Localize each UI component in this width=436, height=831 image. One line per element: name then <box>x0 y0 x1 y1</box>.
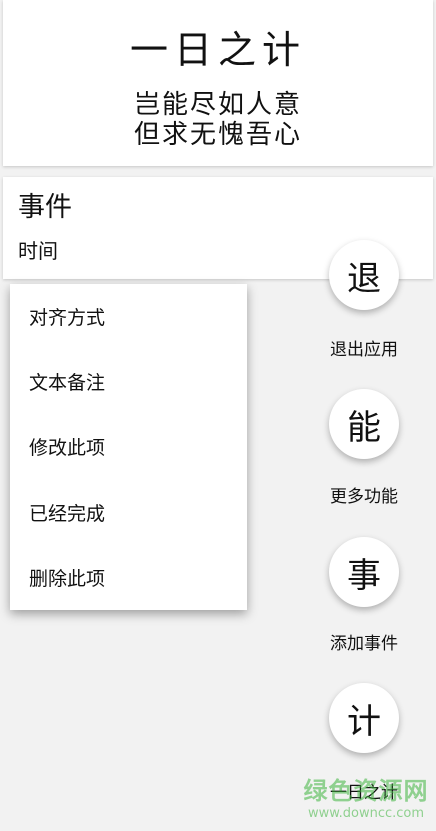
more-functions-button[interactable]: 能 <box>329 389 399 459</box>
daily-plan-button[interactable]: 计 <box>329 683 399 753</box>
menu-item-edit[interactable]: 修改此项 <box>29 426 229 470</box>
app-title: 一日之计 <box>129 28 306 72</box>
menu-item-alignment[interactable]: 对齐方式 <box>29 296 229 340</box>
motto-line-1: 岂能尽如人意 <box>133 90 302 120</box>
daily-plan-label: 一日之计 <box>330 783 398 803</box>
menu-item-text-note[interactable]: 文本备注 <box>29 361 229 405</box>
event-time: 时间 <box>18 239 58 263</box>
menu-item-delete[interactable]: 删除此项 <box>29 557 229 601</box>
context-menu: 对齐方式 文本备注 修改此项 已经完成 删除此项 <box>10 284 247 610</box>
motto-line-2: 但求无愧吾心 <box>133 120 302 150</box>
add-event-label: 添加事件 <box>330 634 398 654</box>
watermark-url: www.downcc.com <box>307 806 425 821</box>
event-title: 事件 <box>18 192 72 223</box>
exit-app-button[interactable]: 退 <box>329 240 399 310</box>
header-card: 一日之计 岂能尽如人意 但求无愧吾心 <box>3 0 433 166</box>
menu-item-mark-done[interactable]: 已经完成 <box>29 492 229 536</box>
more-functions-label: 更多功能 <box>330 487 398 507</box>
add-event-button[interactable]: 事 <box>329 537 399 607</box>
exit-app-label: 退出应用 <box>330 340 398 360</box>
